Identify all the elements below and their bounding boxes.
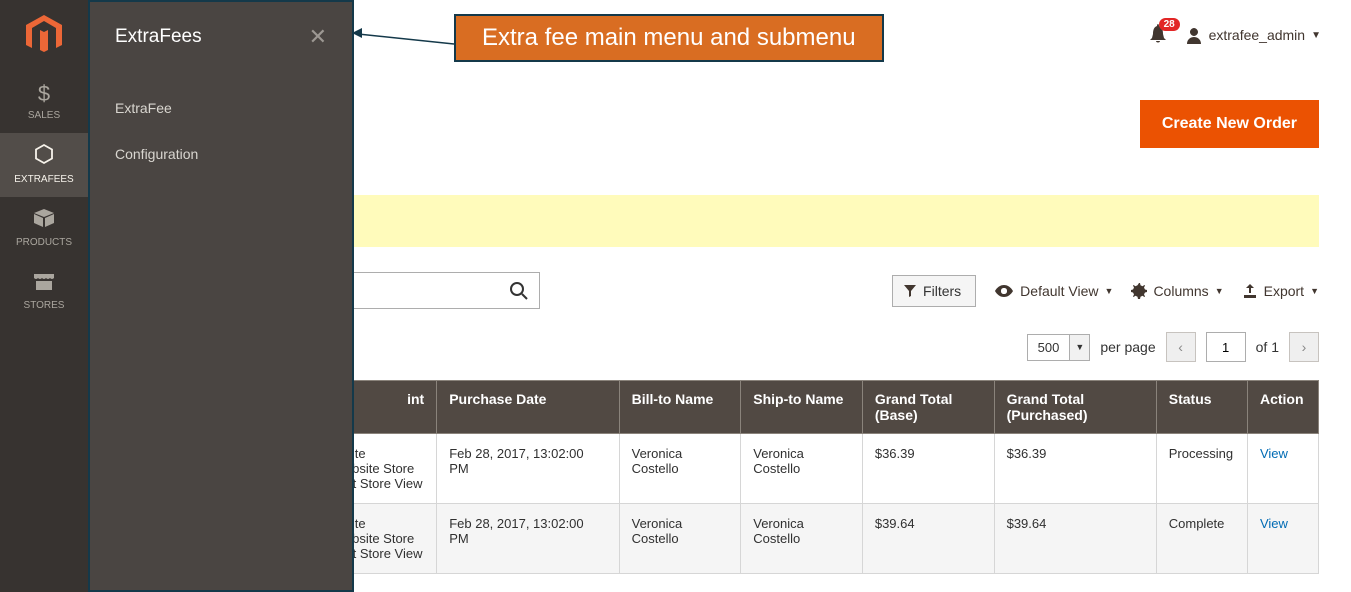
next-page-button[interactable]: › bbox=[1289, 332, 1319, 362]
dollar-icon: $ bbox=[0, 80, 88, 108]
user-icon bbox=[1185, 26, 1203, 44]
funnel-icon bbox=[903, 284, 917, 298]
annotation-callout: Extra fee main menu and submenu bbox=[454, 14, 884, 62]
cell-gt-purchased: $39.64 bbox=[994, 504, 1156, 574]
columns-label: Columns bbox=[1153, 283, 1208, 299]
cell-gt-purchased: $36.39 bbox=[994, 434, 1156, 504]
notifications-button[interactable]: 28 bbox=[1149, 24, 1167, 47]
export-label: Export bbox=[1264, 283, 1304, 299]
caret-down-icon: ▼ bbox=[1215, 286, 1224, 296]
page-total-label: of 1 bbox=[1256, 339, 1279, 355]
admin-user-menu[interactable]: extrafee_admin ▼ bbox=[1185, 26, 1321, 44]
cell-purchase-date: Feb 28, 2017, 13:02:00 PM bbox=[437, 434, 619, 504]
magento-logo[interactable] bbox=[0, 0, 88, 70]
annotation-arrow bbox=[352, 24, 456, 54]
cell-status: Processing bbox=[1156, 434, 1247, 504]
hex-icon bbox=[0, 143, 88, 172]
cell-ship-to: Veronica Costello bbox=[741, 434, 863, 504]
flyout-item-extrafee[interactable]: ExtraFee bbox=[115, 90, 327, 136]
current-page-input[interactable] bbox=[1206, 332, 1246, 362]
store-icon bbox=[0, 270, 88, 298]
per-page-value: 500 bbox=[1027, 334, 1071, 361]
per-page-label: per page bbox=[1100, 339, 1155, 355]
grid-actions: Filters Default View ▼ Columns ▼ Export … bbox=[892, 275, 1319, 307]
admin-sidebar: $ SALES EXTRAFEES PRODUCTS STORES bbox=[0, 0, 88, 592]
col-gt-purchased[interactable]: Grand Total(Purchased) bbox=[994, 381, 1156, 434]
col-bill-to[interactable]: Bill-to Name bbox=[619, 381, 741, 434]
eye-icon bbox=[994, 284, 1014, 298]
flyout-item-configuration[interactable]: Configuration bbox=[115, 136, 327, 182]
filters-button[interactable]: Filters bbox=[892, 275, 976, 307]
columns-selector[interactable]: Columns ▼ bbox=[1131, 283, 1223, 299]
col-action[interactable]: Action bbox=[1247, 381, 1318, 434]
sidebar-item-label: EXTRAFEES bbox=[14, 174, 73, 185]
admin-user-name: extrafee_admin bbox=[1209, 27, 1306, 43]
sidebar-item-label: PRODUCTS bbox=[16, 237, 72, 248]
prev-page-button[interactable]: ‹ bbox=[1166, 332, 1196, 362]
sidebar-item-label: STORES bbox=[24, 300, 65, 311]
default-view-label: Default View bbox=[1020, 283, 1098, 299]
caret-down-icon: ▼ bbox=[1070, 334, 1090, 361]
cell-bill-to: Veronica Costello bbox=[619, 434, 741, 504]
create-new-order-button[interactable]: Create New Order bbox=[1140, 100, 1319, 148]
extrafees-flyout: ExtraFees ✕ ExtraFee Configuration bbox=[88, 0, 354, 592]
caret-down-icon: ▼ bbox=[1310, 286, 1319, 296]
flyout-header: ExtraFees ✕ bbox=[115, 24, 327, 50]
close-icon[interactable]: ✕ bbox=[309, 24, 327, 50]
notification-count: 28 bbox=[1159, 18, 1180, 31]
gear-icon bbox=[1131, 283, 1147, 299]
export-button[interactable]: Export ▼ bbox=[1242, 283, 1319, 299]
sidebar-item-label: SALES bbox=[28, 110, 60, 121]
cell-bill-to: Veronica Costello bbox=[619, 504, 741, 574]
search-icon bbox=[509, 281, 529, 301]
default-view-selector[interactable]: Default View ▼ bbox=[994, 283, 1113, 299]
export-icon bbox=[1242, 283, 1258, 299]
sidebar-item-stores[interactable]: STORES bbox=[0, 260, 88, 323]
caret-down-icon: ▼ bbox=[1105, 286, 1114, 296]
view-link[interactable]: View bbox=[1260, 446, 1288, 461]
caret-down-icon: ▼ bbox=[1311, 30, 1321, 41]
pager: 500 ▼ per page ‹ of 1 › bbox=[1027, 332, 1319, 362]
page-actions: Create New Order bbox=[1140, 100, 1319, 148]
sidebar-item-sales[interactable]: $ SALES bbox=[0, 70, 88, 133]
flyout-title: ExtraFees bbox=[115, 26, 202, 48]
cell-status: Complete bbox=[1156, 504, 1247, 574]
col-purchase-date[interactable]: Purchase Date bbox=[437, 381, 619, 434]
filters-label: Filters bbox=[923, 283, 961, 299]
col-ship-to[interactable]: Ship-to Name bbox=[741, 381, 863, 434]
sidebar-item-extrafees[interactable]: EXTRAFEES bbox=[0, 133, 88, 197]
box-icon bbox=[0, 207, 88, 235]
cell-purchase-date: Feb 28, 2017, 13:02:00 PM bbox=[437, 504, 619, 574]
col-status[interactable]: Status bbox=[1156, 381, 1247, 434]
view-link[interactable]: View bbox=[1260, 516, 1288, 531]
col-gt-base[interactable]: Grand Total(Base) bbox=[862, 381, 994, 434]
cell-gt-base: $39.64 bbox=[862, 504, 994, 574]
per-page-select[interactable]: 500 ▼ bbox=[1027, 334, 1091, 361]
sidebar-item-products[interactable]: PRODUCTS bbox=[0, 197, 88, 260]
cell-gt-base: $36.39 bbox=[862, 434, 994, 504]
cell-ship-to: Veronica Costello bbox=[741, 504, 863, 574]
